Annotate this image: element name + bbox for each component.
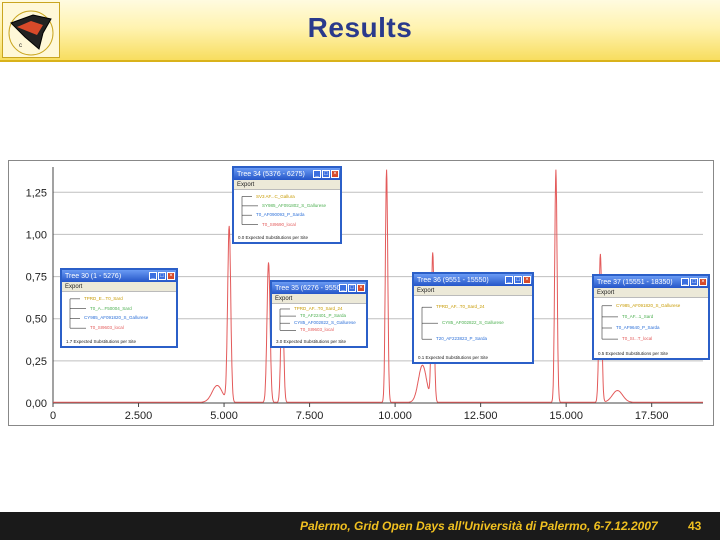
maximize-button[interactable]: □ <box>322 170 330 178</box>
minimize-button[interactable]: _ <box>505 276 513 284</box>
x-tick-label: 7.500 <box>296 410 324 422</box>
tree-leaf-label: T0_SI...T_local <box>622 336 653 342</box>
close-button[interactable]: × <box>331 170 339 178</box>
window-title: Tree 37 (15551 - 18350) <box>597 278 673 286</box>
scale-caption: 0.1 Expected Substitutions per Site <box>418 355 489 360</box>
tree-leaf-label: CY985_AF091820_S_Gallurese <box>84 315 149 321</box>
page-title: Results <box>307 12 413 43</box>
scale-caption: 0.0 Expected Substitutions per Site <box>238 235 309 240</box>
maximize-button[interactable]: □ <box>348 284 356 292</box>
window-toolbar: Export <box>62 282 176 292</box>
footer-caption: Palermo, Grid Open Days all'Università d… <box>300 519 658 533</box>
scale-caption: 0.5 Expected Substitutions per Site <box>598 351 669 356</box>
export-button[interactable]: Export <box>597 290 614 296</box>
y-tick-label: 1,25 <box>26 187 47 199</box>
scale-caption: 1.7 Expected Substitutions per Site <box>66 339 137 344</box>
export-button[interactable]: Export <box>65 284 82 290</box>
window-title: Tree 34 (5376 - 6275) <box>237 170 305 178</box>
tree-window-5[interactable]: Tree 37 (15551 - 18350) _ □ × Export CY985_AF… <box>592 274 710 360</box>
export-button[interactable]: Export <box>275 296 292 302</box>
tree-window-2[interactable]: Tree 30 (1 - 5276) _ □ × Export TPRD_E...T0_S… <box>60 268 178 348</box>
tree-leaf-label: TPRD_E...T0_Sard <box>84 295 123 301</box>
minimize-button[interactable]: _ <box>313 170 321 178</box>
tree-leaf-label: T0_AF9640_P_Sarda <box>616 325 660 330</box>
maximize-button[interactable]: □ <box>514 276 522 284</box>
tree-leaf-label: T0_AF22401_P_Sarda <box>300 313 347 319</box>
y-tick-label: 1,00 <box>26 229 47 241</box>
tree-window-4[interactable]: Tree 36 (9551 - 15550) _ □ × Export TPRD_AF..… <box>412 272 534 364</box>
tree-leaf-label: T20_AF223823_P_Sarda <box>436 336 488 342</box>
x-tick-label: 17.500 <box>635 410 669 422</box>
x-tick-label: 15.000 <box>549 410 583 422</box>
y-tick-label: 0,00 <box>26 398 47 410</box>
x-tick-label: 12.500 <box>464 410 498 422</box>
minimize-button[interactable]: _ <box>339 284 347 292</box>
tree-leaf-label: TPRD_AF...T0_Sard_24 <box>436 304 485 310</box>
tree-leaf-label: CY85_AF002822_S_Gallurese <box>294 320 356 326</box>
maximize-button[interactable]: □ <box>158 272 166 280</box>
window-toolbar: Export <box>594 288 708 298</box>
page-number: 43 <box>688 519 702 533</box>
x-tick-label: 10.000 <box>378 410 412 422</box>
window-titlebar[interactable]: Tree 30 (1 - 5276) _ □ × <box>62 270 176 282</box>
tree-leaf-label: T0_SI9603_local <box>90 325 124 331</box>
close-button[interactable]: × <box>699 278 707 286</box>
tree-leaf-label: T0_A...F50004_Sard <box>90 305 132 311</box>
tree-leaf-label: T0_AF090093_P_Sarda <box>256 212 305 218</box>
close-button[interactable]: × <box>167 272 175 280</box>
window-titlebar[interactable]: Tree 35 (6276 - 9550) _ □ × <box>272 282 366 294</box>
window-title: Tree 36 (9551 - 15550) <box>417 276 489 284</box>
minimize-button[interactable]: _ <box>149 272 157 280</box>
maximize-button[interactable]: □ <box>690 278 698 286</box>
header-divider <box>0 60 720 62</box>
window-titlebar[interactable]: Tree 34 (5376 - 6275) _ □ × <box>234 168 340 180</box>
x-tick-label: 2.500 <box>125 410 153 422</box>
tree-leaf-label: CY85_AF002822_S_Gallurese <box>442 320 504 326</box>
window-title: Tree 35 (6276 - 9550) <box>275 284 339 292</box>
window-toolbar: Export <box>272 294 366 304</box>
tree-leaf-label: T0_SI9690_local <box>262 221 296 227</box>
tree-leaf-label: TPRD_AF...T0_Sard_24 <box>294 305 343 311</box>
scale-caption: 3.0 Expected Substitutions per Site <box>276 339 347 344</box>
window-toolbar: Export <box>414 286 532 296</box>
y-tick-label: 0,75 <box>26 272 47 284</box>
tree-window-1[interactable]: Tree 34 (5376 - 6275) _ □ × Export SV3 AF...C… <box>232 166 342 244</box>
x-tick-label: 5.000 <box>210 410 238 422</box>
window-titlebar[interactable]: Tree 36 (9551 - 15550) _ □ × <box>414 274 532 286</box>
close-button[interactable]: × <box>523 276 531 284</box>
x-tick-label: 0 <box>50 410 56 422</box>
y-tick-label: 0,25 <box>26 356 47 368</box>
export-button[interactable]: Export <box>417 288 434 294</box>
export-button[interactable]: Export <box>237 182 254 188</box>
tree-leaf-label: SY985_AF091802_S_Gallurese <box>262 202 327 208</box>
window-titlebar[interactable]: Tree 37 (15551 - 18350) _ □ × <box>594 276 708 288</box>
y-tick-label: 0,50 <box>26 314 47 326</box>
window-title: Tree 30 (1 - 5276) <box>65 272 122 280</box>
close-button[interactable]: × <box>357 284 365 292</box>
window-toolbar: Export <box>234 180 340 190</box>
tree-leaf-label: CY985_AF091820_S_Gallurese <box>616 302 681 308</box>
tree-leaf-label: SV3 AF...C_Gallura <box>256 193 295 199</box>
tree-window-3[interactable]: Tree 35 (6276 - 9550) _ □ × Export TPRD_AF...… <box>270 280 368 348</box>
minimize-button[interactable]: _ <box>681 278 689 286</box>
tree-leaf-label: T0_SI9603_local <box>300 327 334 333</box>
tree-leaf-label: T0_AF...1_Sard <box>622 313 654 319</box>
